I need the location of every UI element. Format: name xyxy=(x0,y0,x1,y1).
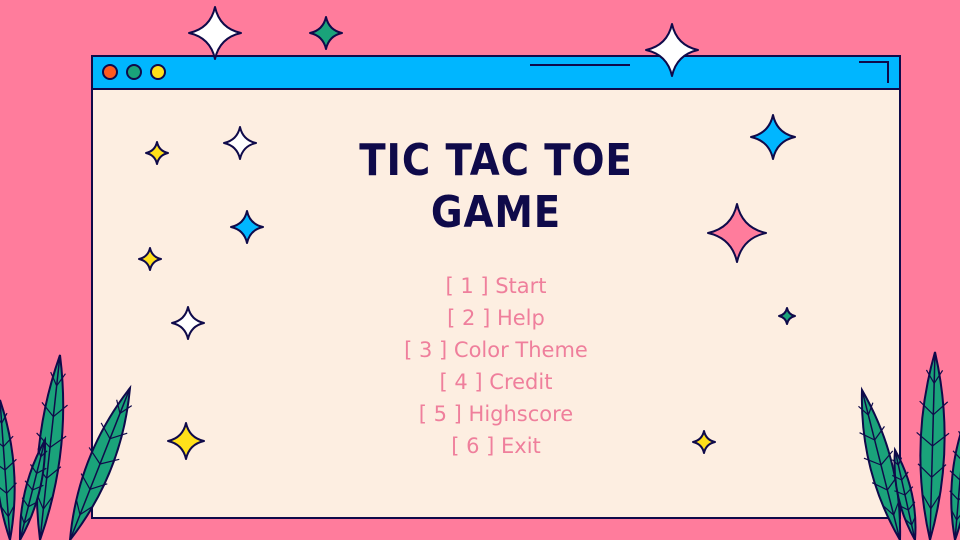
menu-item-color-theme[interactable]: [ 3 ] Color Theme xyxy=(93,334,899,366)
titlebar-line xyxy=(530,64,630,66)
menu-item-help[interactable]: [ 2 ] Help xyxy=(93,302,899,334)
sparkle-green-icon xyxy=(309,16,343,50)
leaf-right-icon xyxy=(949,430,960,540)
game-title-line-2: GAME xyxy=(430,187,562,238)
window-close-dot[interactable] xyxy=(102,64,118,80)
sparkle-white-icon xyxy=(188,6,242,60)
titlebar-corner-mark xyxy=(859,61,889,83)
window-minimize-dot[interactable] xyxy=(126,64,142,80)
window-titlebar xyxy=(93,57,899,90)
leaf-left-icon xyxy=(18,436,48,540)
leaf-left-icon xyxy=(34,354,68,540)
leaf-left-icon xyxy=(0,399,17,540)
leaf-right-icon xyxy=(916,351,950,540)
game-title: TIC TAC TOE GAME xyxy=(141,135,850,239)
game-title-line-1: TIC TAC TOE xyxy=(359,135,633,186)
menu-item-exit[interactable]: [ 6 ] Exit xyxy=(93,430,899,462)
game-window: TIC TAC TOE GAME [ 1 ] Start [ 2 ] Help … xyxy=(91,55,901,519)
window-maximize-dot[interactable] xyxy=(150,64,166,80)
menu-item-highscore[interactable]: [ 5 ] Highscore xyxy=(93,398,899,430)
menu-item-credit[interactable]: [ 4 ] Credit xyxy=(93,366,899,398)
main-menu: [ 1 ] Start [ 2 ] Help [ 3 ] Color Theme… xyxy=(93,270,899,462)
menu-item-start[interactable]: [ 1 ] Start xyxy=(93,270,899,302)
